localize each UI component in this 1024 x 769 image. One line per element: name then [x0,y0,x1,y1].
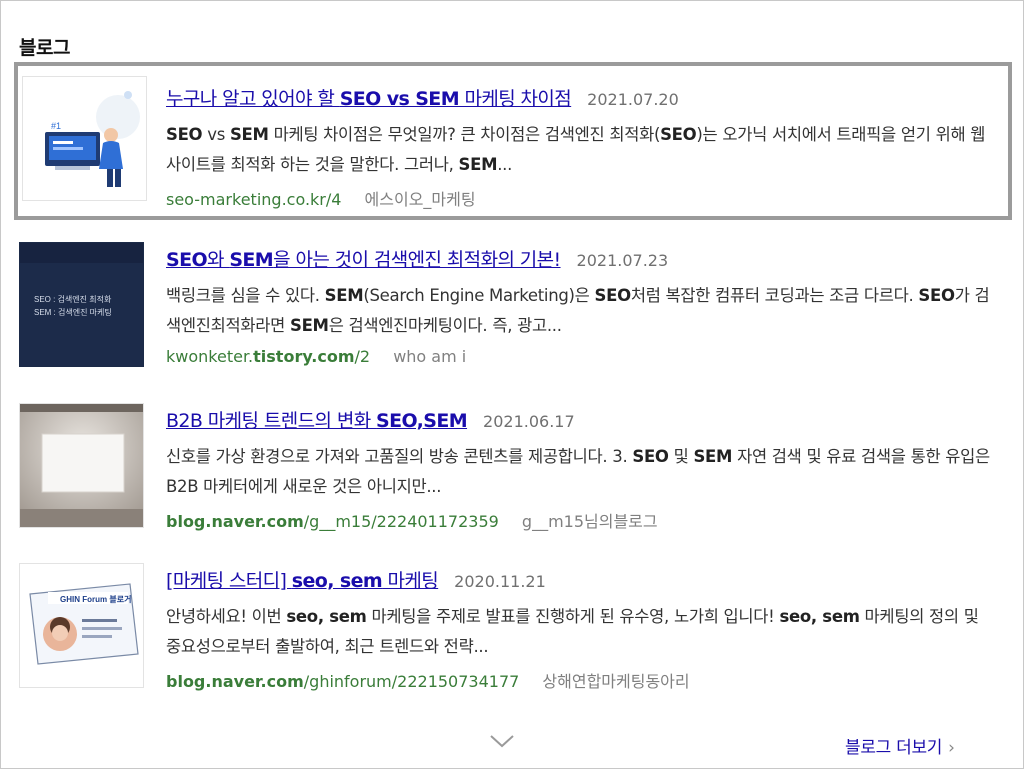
result-url-link[interactable]: kwonketer.tistory.com/2 [166,347,370,366]
title-line: 누구나 알고 있어야 할 SEO vs SEM 마케팅 차이점 2021.07.… [166,84,998,111]
blog-result-4: GHIN Forum 블로거 [마케팅 스터디] seo, sem 마케팅 20… [18,562,1008,692]
highlighted-keyword: SEM [229,125,269,144]
result-description: 신호를 가상 환경으로 가져와 고품질의 방송 콘텐츠를 제공합니다. 3. S… [166,442,998,502]
blog-more-label: 블로그 더보기 [845,738,943,758]
section-title: 블로그 [19,37,70,59]
description-text: 안녕하세요! 이번 [166,607,287,626]
chevron-right-icon: › [948,738,955,758]
thumbnail-caption: SEO : 검색엔진 최적화 SEM : 검색엔진 마케팅 [34,295,112,317]
gallery-wall-image [20,404,143,527]
result-meta: seo-marketing.co.kr/4 에스이오_마케팅 [166,186,998,210]
highlighted-keyword: seo, sem [286,607,367,626]
result-meta: blog.naver.com/ghinforum/222150734177 상해… [166,668,998,692]
highlighted-keyword: SEM [693,447,733,466]
highlighted-keyword: SEM [324,286,364,305]
description-text: 및 [668,447,694,466]
title-line: [마케팅 스터디] seo, sem 마케팅 2020.11.21 [166,566,998,593]
result-thumbnail[interactable] [19,403,144,528]
ghin-forum-card-image [20,564,143,687]
result-meta: kwonketer.tistory.com/2 who am i [166,347,998,366]
result-body: 누구나 알고 있어야 할 SEO vs SEM 마케팅 차이점 2021.07.… [166,84,998,210]
blog-more-link[interactable]: 블로그 더보기 › [845,733,955,758]
highlighted-keyword: seo, sem [779,607,860,626]
result-thumbnail[interactable]: GHIN Forum 블로거 [19,563,144,688]
result-body: [마케팅 스터디] seo, sem 마케팅 2020.11.21 안녕하세요!… [166,566,998,692]
result-url-link[interactable]: blog.naver.com/g__m15/222401172359 [166,512,499,531]
result-url-link[interactable]: blog.naver.com/ghinforum/222150734177 [166,672,519,691]
highlighted-keyword: SEO [166,125,203,144]
result-author[interactable]: g__m15님의블로그 [522,512,658,531]
result-thumbnail[interactable]: SEO : 검색엔진 최적화 SEM : 검색엔진 마케팅 [19,242,144,367]
highlighted-keyword: SEO [594,286,632,305]
result-author[interactable]: who am i [393,347,466,366]
highlighted-keyword: SEO [632,447,669,466]
description-text: 마케팅을 주제로 발표를 진행하게 된 유수영, 노가희 입니다! [366,607,780,626]
result-description: SEO vs SEM 마케팅 차이점은 무엇일까? 큰 차이점은 검색엔진 최적… [166,120,998,180]
seo-illustration-image: #1 [23,77,146,200]
thumbnail-caption: GHIN Forum 블로거 [60,595,132,604]
description-text: 처럼 복잡한 컴퓨터 코딩과는 조금 다르다. [630,286,919,305]
blog-result-3: B2B 마케팅 트렌드의 변화 SEO,SEM 2021.06.17 신호를 가… [18,402,1008,532]
highlighted-keyword: SEO [918,286,955,305]
result-author[interactable]: 상해연합마케팅동아리 [542,672,689,691]
title-line: B2B 마케팅 트렌드의 변화 SEO,SEM 2021.06.17 [166,406,998,433]
result-date: 2021.06.17 [483,412,575,431]
highlighted-keyword: SEO [660,125,697,144]
blog-result-2: SEO : 검색엔진 최적화 SEM : 검색엔진 마케팅 SEO와 SEM을 … [18,241,1008,369]
result-description: 안녕하세요! 이번 seo, sem 마케팅을 주제로 발표를 진행하게 된 유… [166,602,998,662]
expand-chevron-down-icon[interactable] [488,731,516,751]
description-text: vs [202,125,230,144]
result-author[interactable]: 에스이오_마케팅 [365,190,476,209]
svg-text:#1: #1 [51,121,61,131]
description-text: 마케팅 차이점은 무엇일까? 큰 차이점은 검색엔진 최적화( [268,125,661,144]
result-date: 2021.07.20 [587,90,679,109]
result-date: 2021.07.23 [576,251,669,270]
result-title-link[interactable]: B2B 마케팅 트렌드의 변화 SEO,SEM [166,406,468,433]
result-body: SEO와 SEM을 아는 것이 검색엔진 최적화의 기본! 2021.07.23… [166,245,998,366]
result-title-link[interactable]: [마케팅 스터디] seo, sem 마케팅 [166,566,439,593]
result-url-link[interactable]: seo-marketing.co.kr/4 [166,190,341,209]
result-title-link[interactable]: SEO와 SEM을 아는 것이 검색엔진 최적화의 기본! [166,245,561,272]
result-description: 백링크를 심을 수 있다. SEM(Search Engine Marketin… [166,281,998,341]
result-date: 2020.11.21 [454,572,546,591]
result-body: B2B 마케팅 트렌드의 변화 SEO,SEM 2021.06.17 신호를 가… [166,406,998,532]
highlighted-keyword: SEM [290,316,329,335]
description-text: 백링크를 심을 수 있다. [166,286,325,305]
description-text: 은 검색엔진마케팅이다. 즉, 광고... [328,316,562,335]
result-title-link[interactable]: 누구나 알고 있어야 할 SEO vs SEM 마케팅 차이점 [166,84,572,111]
description-text: (Search Engine Marketing)은 [363,286,595,305]
title-line: SEO와 SEM을 아는 것이 검색엔진 최적화의 기본! 2021.07.23 [166,245,998,272]
description-text: 신호를 가상 환경으로 가져와 고품질의 방송 콘텐츠를 제공합니다. 3. [166,447,633,466]
result-meta: blog.naver.com/g__m15/222401172359 g__m1… [166,508,998,532]
blog-result-1: #1 누구나 알고 있어야 할 SEO vs SEM 마케팅 차이점 2021.… [14,62,1012,220]
description-text: ... [497,155,513,174]
highlighted-keyword: SEM [458,155,498,174]
result-thumbnail[interactable]: #1 [22,76,147,201]
